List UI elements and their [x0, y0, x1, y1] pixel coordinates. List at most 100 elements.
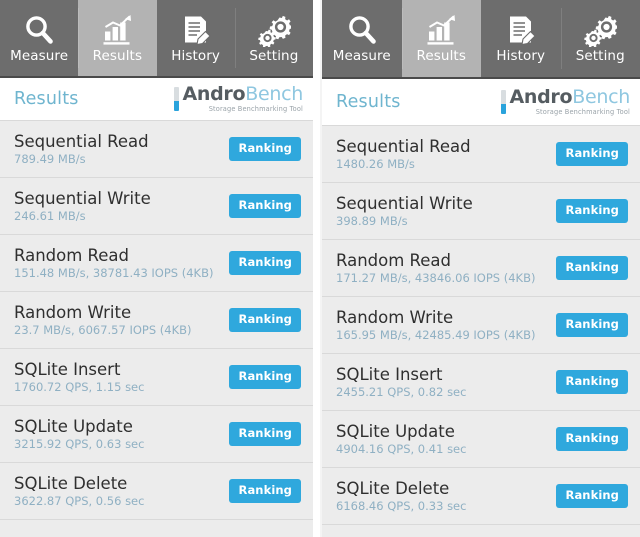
panel-divider — [313, 0, 320, 537]
bar-chart-icon — [424, 13, 458, 47]
ranking-button[interactable]: Ranking — [556, 484, 628, 508]
result-row: SQLite Update 4904.16 QPS, 0.41 sec Rankin… — [322, 411, 640, 468]
result-row-title: Random Read — [336, 250, 452, 270]
result-row: Sequential Write 246.61 MB/s Ranking — [0, 178, 313, 235]
logo-tagline: Storage Benchmarking Tool — [535, 108, 630, 117]
result-row-value: 398.89 MB/s — [336, 214, 408, 229]
tab-results-label: Results — [92, 47, 143, 64]
result-row-texts: SQLite Delete 6168.46 QPS, 0.33 sec — [336, 478, 467, 514]
logo-bench-text: Bench — [245, 83, 303, 106]
result-row-texts: SQLite Update 4904.16 QPS, 0.41 sec — [336, 421, 467, 457]
result-row: Random Write 23.7 MB/s, 6067.57 IOPS (4KB… — [0, 292, 313, 349]
result-row-value: 151.48 MB/s, 38781.43 IOPS (4KB) — [14, 266, 214, 281]
tab-measure[interactable]: Measure — [0, 0, 78, 76]
list-empty-space — [322, 525, 640, 537]
result-row: SQLite Insert 1760.72 QPS, 1.15 sec Rankin… — [0, 349, 313, 406]
results-header-left: Results AndroBench Storage Benchmarking … — [0, 78, 313, 120]
ranking-button[interactable]: Ranking — [229, 422, 301, 446]
tab-results[interactable]: Results — [78, 0, 157, 76]
result-row-value: 171.27 MB/s, 43846.06 IOPS (4KB) — [336, 271, 536, 286]
result-row-title: Sequential Read — [336, 136, 471, 156]
tab-setting[interactable]: Setting — [560, 0, 640, 77]
result-row: Random Write 165.95 MB/s, 42485.49 IOPS (… — [322, 297, 640, 354]
ranking-button[interactable]: Ranking — [556, 256, 628, 280]
result-row-texts: Sequential Write 246.61 MB/s — [14, 188, 151, 224]
result-row-title: Random Write — [336, 307, 454, 327]
ranking-button[interactable]: Ranking — [229, 308, 301, 332]
result-row-texts: Random Write 23.7 MB/s, 6067.57 IOPS (4KB… — [14, 302, 192, 338]
tab-measure-label: Measure — [332, 48, 391, 65]
result-row-value: 3215.92 QPS, 0.63 sec — [14, 437, 145, 452]
logo-andro-text: Andro — [509, 86, 573, 109]
ranking-button[interactable]: Ranking — [229, 194, 301, 218]
ranking-button[interactable]: Ranking — [556, 427, 628, 451]
page-title: Results — [336, 92, 401, 112]
tab-measure[interactable]: Measure — [322, 0, 402, 77]
result-row-title: SQLite Insert — [336, 364, 443, 384]
result-row-title: Sequential Write — [336, 193, 473, 213]
result-row: SQLite Insert 2455.21 QPS, 0.82 sec Rankin… — [322, 354, 640, 411]
result-row-texts: SQLite Delete 3622.87 QPS, 0.56 sec — [14, 474, 145, 509]
gears-icon — [583, 13, 618, 48]
result-row-value: 246.61 MB/s — [14, 209, 86, 224]
logo-tagline: Storage Benchmarking Tool — [208, 105, 303, 114]
tab-setting-label: Setting — [575, 48, 625, 65]
result-row-value: 1760.72 QPS, 1.15 sec — [14, 380, 145, 395]
document-pencil-icon — [179, 13, 213, 47]
result-row-value: 3622.87 QPS, 0.56 sec — [14, 494, 145, 509]
result-row-title: SQLite Update — [336, 421, 455, 441]
magnifier-icon — [345, 13, 379, 47]
tab-history[interactable]: History — [157, 0, 235, 76]
result-row-texts: Sequential Read 789.49 MB/s — [14, 131, 149, 167]
result-row: SQLite Update 3215.92 QPS, 0.63 sec Rankin… — [0, 406, 313, 463]
ranking-button[interactable]: Ranking — [229, 251, 301, 275]
androbench-logo: AndroBench Storage Benchmarking Tool — [501, 88, 630, 116]
result-row-title: SQLite Delete — [336, 478, 450, 498]
ranking-button[interactable]: Ranking — [556, 199, 628, 223]
ranking-button[interactable]: Ranking — [556, 142, 628, 166]
result-row-value: 1480.26 MB/s — [336, 157, 415, 172]
result-row: Sequential Read 1480.26 MB/s Ranking — [322, 126, 640, 183]
gears-icon — [257, 13, 291, 47]
result-row-texts: SQLite Insert 2455.21 QPS, 0.82 sec — [336, 364, 466, 398]
tab-results[interactable]: Results — [401, 0, 481, 77]
tab-history[interactable]: History — [481, 0, 561, 77]
ranking-button[interactable]: Ranking — [229, 479, 301, 503]
result-row: SQLite Delete 6168.46 QPS, 0.33 sec Rankin… — [322, 468, 640, 525]
page-title: Results — [14, 89, 79, 109]
tab-setting[interactable]: Setting — [234, 0, 313, 76]
result-row-value: 6168.46 QPS, 0.33 sec — [336, 499, 467, 514]
ranking-button[interactable]: Ranking — [556, 370, 628, 394]
tab-measure-label: Measure — [10, 47, 69, 64]
ranking-button[interactable]: Ranking — [556, 313, 628, 337]
ranking-button[interactable]: Ranking — [229, 137, 301, 161]
result-row-value: 789.49 MB/s — [14, 152, 86, 167]
magnifier-icon — [22, 13, 56, 47]
result-row-title: SQLite Update — [14, 416, 133, 436]
tabbar-right: Measure Results History Setting — [322, 0, 640, 79]
result-row-texts: Sequential Read 1480.26 MB/s — [336, 136, 471, 172]
result-row-title: Sequential Write — [14, 188, 151, 208]
result-row: Sequential Write 398.89 MB/s Ranking — [322, 183, 640, 240]
result-row-value: 165.95 MB/s, 42485.49 IOPS (4KB) — [336, 328, 536, 343]
result-row-texts: Sequential Write 398.89 MB/s — [336, 193, 473, 229]
androbench-panel-right: Measure Results History Setting Results … — [320, 0, 640, 537]
logo-bench-text: Bench — [572, 86, 630, 109]
ranking-button[interactable]: Ranking — [229, 365, 301, 389]
tab-results-label: Results — [416, 48, 466, 65]
result-row-texts: Random Write 165.95 MB/s, 42485.49 IOPS (… — [336, 307, 536, 343]
result-row: Random Read 171.27 MB/s, 43846.06 IOPS (4… — [322, 240, 640, 297]
results-header-right: Results AndroBench Storage Benchmarking … — [322, 79, 640, 125]
result-row-title: Random Write — [14, 302, 132, 322]
result-row: Sequential Read 789.49 MB/s Ranking — [0, 121, 313, 178]
result-row: SQLite Delete 3622.87 QPS, 0.56 sec Rankin… — [0, 463, 313, 520]
result-row: Random Read 151.48 MB/s, 38781.43 IOPS (4… — [0, 235, 313, 292]
result-row-texts: Random Read 151.48 MB/s, 38781.43 IOPS (4… — [14, 245, 214, 281]
result-row-title: Random Read — [14, 245, 130, 265]
result-row-value: 4904.16 QPS, 0.41 sec — [336, 442, 467, 457]
result-row-texts: Random Read 171.27 MB/s, 43846.06 IOPS (4… — [336, 250, 536, 286]
result-row-value: 23.7 MB/s, 6067.57 IOPS (4KB) — [14, 323, 192, 338]
logo-bar-icon — [174, 87, 180, 111]
result-row-title: Sequential Read — [14, 131, 149, 151]
tab-history-label: History — [496, 48, 546, 65]
